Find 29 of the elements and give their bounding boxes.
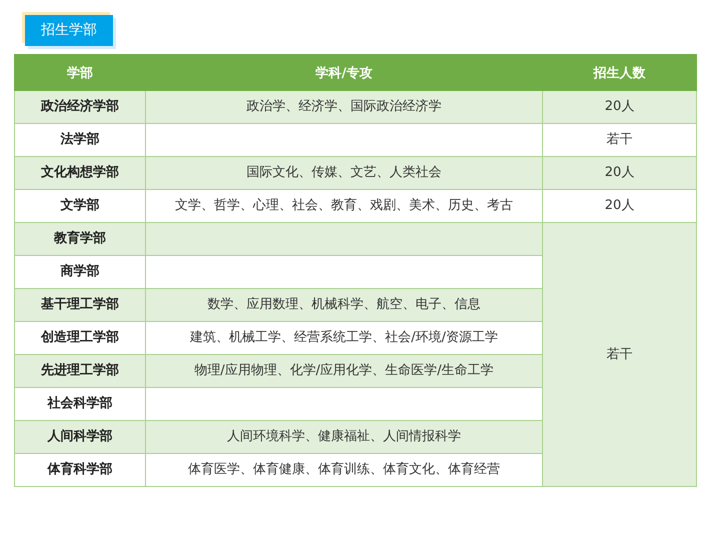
table-cell: 体育医学、体育健康、体育训练、体育文化、体育经营 xyxy=(146,454,542,486)
table-cell: 商学部 xyxy=(14,256,146,288)
table-cell: 若干 xyxy=(542,124,696,156)
table-cell: 法学部 xyxy=(14,124,146,156)
table-cell: 人间环境科学、健康福祉、人间情报科学 xyxy=(146,420,542,454)
table-cell: 先进理工学部 xyxy=(14,354,146,388)
table-cell: 20人 xyxy=(542,156,696,190)
table-cell: 人间科学部 xyxy=(14,420,146,454)
table-cell: 政治经济学部 xyxy=(14,90,146,124)
table-cell: 文学部 xyxy=(14,190,146,222)
table-cell: 体育科学部 xyxy=(14,454,146,486)
table-cell: 20人 xyxy=(542,90,696,124)
table-cell: 建筑、机械工学、经营系统工学、社会/环境/资源工学 xyxy=(146,322,542,354)
column-header: 招生人数 xyxy=(542,54,696,90)
table-cell: 若干 xyxy=(542,222,696,486)
table-cell: 国际文化、传媒、文艺、人类社会 xyxy=(146,156,542,190)
table-cell: 文学、哲学、心理、社会、教育、戏剧、美术、历史、考古 xyxy=(146,190,542,222)
table-cell: 物理/应用物理、化学/应用化学、生命医学/生命工学 xyxy=(146,354,542,388)
table-cell: 基干理工学部 xyxy=(14,288,146,322)
table-cell: 创造理工学部 xyxy=(14,322,146,354)
table-cell: 教育学部 xyxy=(14,222,146,256)
column-header: 学部 xyxy=(14,54,146,90)
section-label: 招生学部 xyxy=(25,15,113,46)
table-cell: 文化构想学部 xyxy=(14,156,146,190)
column-header: 学科/专攻 xyxy=(146,54,542,90)
table-cell: 社会科学部 xyxy=(14,388,146,420)
table-cell: 20人 xyxy=(542,190,696,222)
table-cell: 政治学、经济学、国际政治经济学 xyxy=(146,90,542,124)
table-cell: 数学、应用数理、机械科学、航空、电子、信息 xyxy=(146,288,542,322)
